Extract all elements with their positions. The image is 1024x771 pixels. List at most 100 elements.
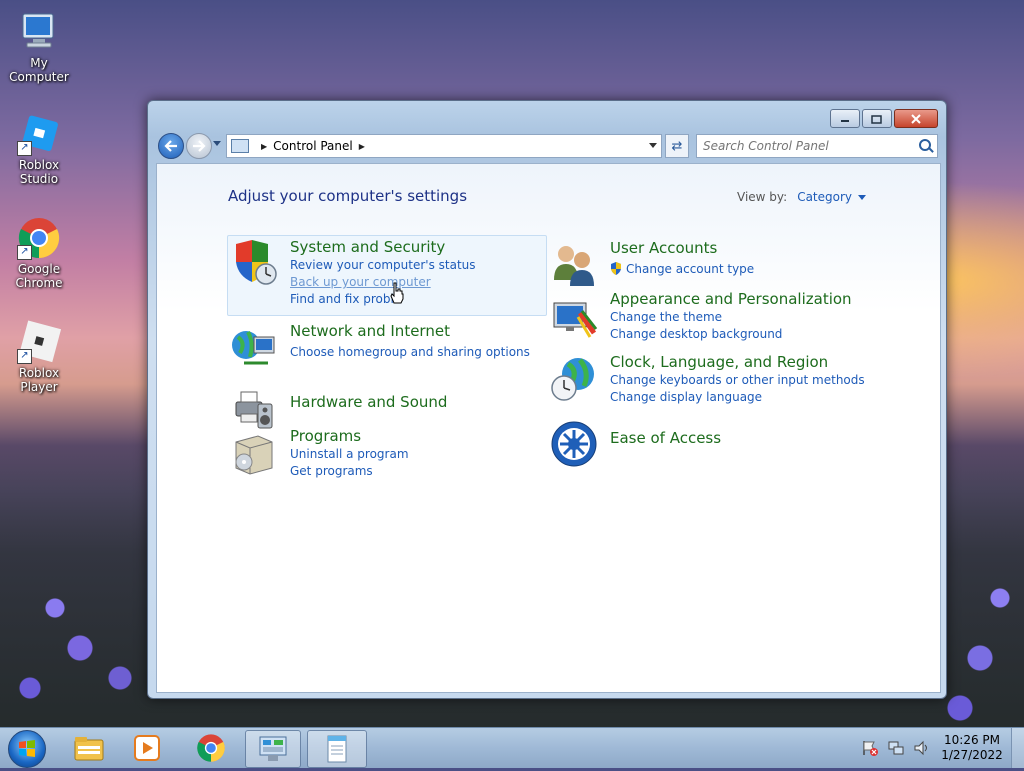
restore-icon: [871, 114, 882, 124]
view-by-label: View by:: [737, 190, 788, 204]
desktop-icon-label: Google Chrome: [15, 262, 63, 290]
category-system-security[interactable]: System and Security Review your computer…: [227, 235, 547, 316]
close-icon: [911, 113, 921, 124]
link-get-programs[interactable]: Get programs: [290, 463, 409, 480]
category-clock-language-region[interactable]: Clock, Language, and Region Change keybo…: [548, 352, 868, 412]
appearance-icon: [553, 302, 598, 338]
link-review-status[interactable]: Review your computer's status: [290, 257, 476, 274]
network-icon[interactable]: [887, 739, 905, 757]
clock-time: 10:26 PM: [944, 733, 1000, 747]
close-button[interactable]: [894, 109, 938, 128]
taskbar-media-player[interactable]: [120, 730, 174, 766]
minimize-button[interactable]: [830, 109, 860, 128]
desktop-icon-label: Roblox Player: [18, 366, 60, 394]
refresh-button[interactable]: ⇄: [665, 134, 689, 158]
category-title[interactable]: Programs: [290, 426, 409, 446]
shortcut-arrow-icon: ↗: [17, 349, 32, 364]
category-ease-of-access[interactable]: Ease of Access: [548, 418, 848, 468]
category-title[interactable]: Clock, Language, and Region: [610, 352, 865, 372]
link-uninstall-program[interactable]: Uninstall a program: [290, 446, 409, 463]
media-player-icon: [134, 735, 160, 761]
roblox-player-icon: ↗: [17, 320, 62, 364]
ease-of-access-icon: [551, 421, 597, 467]
clock-globe-icon: [551, 358, 594, 401]
desktop-icon-my-computer[interactable]: My Computer: [0, 10, 79, 84]
shortcut-arrow-icon: ↗: [17, 141, 32, 156]
category-hardware-sound[interactable]: Hardware and Sound: [228, 382, 546, 432]
minimize-icon: [841, 119, 849, 122]
forward-button[interactable]: [186, 133, 212, 159]
link-back-up[interactable]: Back up your computer: [290, 274, 476, 291]
link-change-theme[interactable]: Change the theme: [610, 309, 852, 326]
users-icon: [554, 246, 594, 286]
desktop-icon-roblox-player[interactable]: ↗ Roblox Player: [0, 320, 79, 394]
clock-date: 1/27/2022: [941, 748, 1003, 762]
category-user-accounts[interactable]: User Accounts Change account type: [548, 238, 848, 288]
chrome-icon: ↗: [17, 216, 61, 260]
show-desktop-button[interactable]: [1011, 728, 1024, 768]
control-panel-content: Adjust your computer's settings View by:…: [156, 163, 941, 693]
taskbar-control-panel[interactable]: [245, 730, 301, 768]
refresh-icon: ⇄: [671, 138, 683, 154]
control-panel-icon: [231, 139, 249, 153]
document-icon: [327, 735, 347, 763]
address-dropdown-icon[interactable]: [649, 143, 657, 148]
taskbar-notepad[interactable]: [307, 730, 367, 768]
category-title[interactable]: System and Security: [290, 237, 476, 257]
desktop-icon-roblox-studio[interactable]: ↗ Roblox Studio: [0, 112, 79, 186]
hand-cursor-icon: [390, 282, 404, 304]
chrome-icon: [197, 734, 225, 762]
category-appearance[interactable]: Appearance and Personalization Change th…: [548, 289, 852, 347]
desktop-icon-label: Roblox Studio: [18, 158, 60, 186]
forward-arrow-icon: [193, 140, 206, 152]
breadcrumb-control-panel[interactable]: Control Panel: [273, 139, 353, 153]
printer-icon: [235, 391, 273, 429]
desktop-icon-google-chrome[interactable]: ↗ Google Chrome: [0, 216, 79, 290]
navigation-bar: ▶ Control Panel ▶ ⇄: [156, 132, 938, 159]
view-by: View by: Category: [737, 190, 867, 204]
view-by-dropdown[interactable]: Category: [797, 190, 852, 204]
search-icon[interactable]: [919, 139, 931, 151]
search-input[interactable]: [697, 136, 919, 156]
back-button[interactable]: [158, 133, 184, 159]
category-title[interactable]: Ease of Access: [610, 428, 721, 448]
system-tray: 10:26 PM 1/27/2022: [861, 728, 1024, 768]
windows-logo-icon: [19, 740, 35, 757]
clock[interactable]: 10:26 PM 1/27/2022: [937, 733, 1007, 763]
address-bar[interactable]: ▶ Control Panel ▶: [226, 134, 662, 158]
roblox-studio-icon: ↗: [17, 112, 61, 156]
link-change-keyboards[interactable]: Change keyboards or other input methods: [610, 372, 865, 389]
category-title[interactable]: Appearance and Personalization: [610, 289, 852, 309]
search-box[interactable]: [696, 134, 938, 158]
shield-icon: [236, 240, 277, 285]
control-panel-icon: [259, 736, 287, 761]
restore-button[interactable]: [862, 109, 892, 128]
recent-pages-dropdown[interactable]: [213, 141, 221, 146]
link-change-display-language[interactable]: Change display language: [610, 389, 865, 406]
link-label[interactable]: Change account type: [626, 262, 754, 276]
page-title: Adjust your computer's settings: [228, 187, 468, 205]
link-homegroup[interactable]: Choose homegroup and sharing options: [290, 344, 530, 361]
folder-icon: [74, 737, 104, 761]
network-globe-icon: [232, 331, 275, 365]
taskbar-chrome[interactable]: [184, 730, 238, 766]
breadcrumb-arrow-icon[interactable]: ▶: [359, 142, 365, 151]
taskbar-explorer[interactable]: [62, 730, 116, 766]
start-button[interactable]: [8, 730, 46, 768]
category-programs[interactable]: Programs Uninstall a program Get program…: [228, 426, 546, 486]
window-controls: [830, 109, 938, 128]
desktop-icon-label: My Computer: [9, 56, 69, 84]
category-title[interactable]: Network and Internet: [290, 321, 530, 341]
link-change-desktop-background[interactable]: Change desktop background: [610, 326, 852, 343]
action-center-flag-icon[interactable]: [861, 739, 879, 757]
chevron-down-icon[interactable]: [858, 195, 867, 200]
link-find-fix[interactable]: Find and fix proble: [290, 291, 476, 308]
breadcrumb-arrow-icon[interactable]: ▶: [261, 142, 267, 151]
category-network-internet[interactable]: Network and Internet Choose homegroup an…: [228, 321, 546, 371]
computer-icon: [17, 10, 61, 54]
link-change-account-type[interactable]: Change account type: [610, 261, 754, 278]
category-title[interactable]: User Accounts: [610, 238, 754, 258]
volume-icon[interactable]: [913, 739, 931, 757]
category-title[interactable]: Hardware and Sound: [290, 392, 447, 412]
programs-box-icon: [235, 435, 273, 475]
